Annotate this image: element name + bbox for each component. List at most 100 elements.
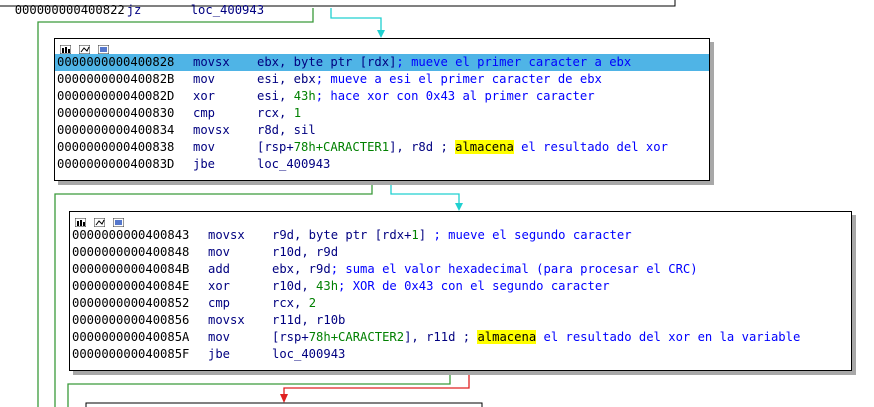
- instruction-comment: el resultado del xor: [513, 140, 668, 154]
- code-block-node-1[interactable]: 0000000000400828 movsx ebx, byte ptr [rdx]…: [54, 38, 710, 181]
- operand-number: 43h: [316, 279, 339, 293]
- instruction-mnemonic: xor: [208, 279, 231, 293]
- highlighted-word: almacena: [477, 330, 537, 344]
- instruction-operand: r8d, sil: [257, 123, 316, 137]
- instruction-address: 000000000040083D: [57, 157, 175, 171]
- arrow-head-2: [455, 203, 463, 211]
- instruction-operand-tail: ], r11d ;: [404, 330, 478, 344]
- operand-number: 2: [308, 296, 317, 310]
- instruction-operand: esi,: [257, 89, 294, 103]
- instruction-address: 0000000000400828: [57, 55, 175, 69]
- instruction-mnemonic: cmp: [193, 106, 216, 120]
- instruction-comment: el resultado del xor en la variable: [536, 330, 801, 344]
- instruction-operand-tail: ]: [418, 228, 427, 242]
- instruction-line[interactable]: 0000000000400830 cmp rcx, 1: [55, 105, 709, 122]
- instruction-address: 0000000000400830: [57, 106, 175, 120]
- node1-instruction-list: 0000000000400828 movsx ebx, byte ptr [rdx]…: [55, 54, 709, 173]
- instruction-mnemonic: mov: [208, 330, 231, 344]
- instruction-address: 000000000040085A: [72, 330, 190, 344]
- operand-number: 43h: [293, 89, 316, 103]
- edge-true-branch-2: [390, 180, 460, 206]
- instruction-mnemonic: jbe: [193, 157, 216, 171]
- instruction-mnemonic: movsx: [208, 228, 245, 242]
- next-node-partial: [85, 402, 483, 407]
- instruction-operand: [rsp+: [272, 330, 309, 344]
- instruction-line[interactable]: 0000000000400838 mov [rsp+78h+CARACTER1], …: [55, 139, 709, 156]
- instruction-line[interactable]: 000000000040083D jbe loc_400943: [55, 156, 709, 173]
- instruction-comment: ; mueve el segundo caracter: [426, 228, 632, 242]
- instruction-line[interactable]: 0000000000400856 movsx r11d, r10b: [70, 312, 851, 329]
- instruction-comment: ; hace xor con 0x43 al primer caracter: [315, 89, 595, 103]
- operand-number: 1: [411, 228, 419, 242]
- instruction-operand-tail: ], r8d ;: [389, 140, 456, 154]
- instruction-line[interactable]: 0000000000400843 movsx r9d, byte ptr [rdx+…: [70, 227, 851, 244]
- instruction-address: 0000000000400834: [57, 123, 175, 137]
- graph-collapse-icon[interactable]: [93, 216, 106, 230]
- graph-color-icon[interactable]: [74, 216, 87, 230]
- instruction-address: 000000000040082B: [57, 72, 175, 86]
- instruction-line[interactable]: 000000000040082D xor esi, 43h; hace xor co…: [55, 88, 709, 105]
- instruction-mnemonic: mov: [208, 245, 231, 259]
- instruction-address: 000000000040084B: [72, 262, 190, 276]
- instruction-comment: ; mueve el primer caracter a ebx: [396, 55, 632, 69]
- instruction-operand: esi, ebx: [257, 72, 316, 86]
- instruction-mnemonic: movsx: [208, 313, 245, 327]
- instruction-address: 0000000000400843: [72, 228, 190, 242]
- operand-number: 1: [293, 106, 302, 120]
- highlighted-word: almacena: [455, 140, 514, 154]
- instruction-mnemonic: mov: [193, 72, 216, 86]
- graph-node-icon[interactable]: [112, 216, 125, 230]
- node2-instruction-list: 0000000000400843 movsx r9d, byte ptr [rdx+…: [70, 227, 851, 363]
- instruction-comment: ; mueve a esi el primer caracter de ebx: [315, 72, 602, 86]
- instruction-address: 0000000000400852: [72, 296, 190, 310]
- instruction-operand: ebx, r9d: [272, 262, 331, 276]
- instruction-mnemonic: movsx: [193, 55, 230, 69]
- instruction-mnemonic: movsx: [193, 123, 230, 137]
- instruction-address: 000000000040084E: [72, 279, 190, 293]
- operand-symbol: +CARACTER2: [330, 330, 405, 344]
- instruction-address: 0000000000400848: [72, 245, 190, 259]
- instruction-line[interactable]: 000000000040082B mov esi, ebx; mueve a esi…: [55, 71, 709, 88]
- arrow-head-3: [280, 394, 288, 403]
- instruction-mnemonic: jbe: [208, 347, 231, 361]
- arrow-head-1: [377, 30, 385, 38]
- top-node-partial-line: 000000000400822 jz loc_400943: [14, 3, 265, 17]
- instruction-operand: r11d, r10b: [272, 313, 346, 327]
- instruction-line[interactable]: 000000000040084B add ebx, r9d; suma el val…: [70, 261, 851, 278]
- instruction-address: 000000000040085F: [72, 347, 190, 361]
- instruction-line[interactable]: 000000000040085F jbe loc_400943: [70, 346, 851, 363]
- instruction-line[interactable]: 000000000040084E xor r10d, 43h; XOR de 0x4…: [70, 278, 851, 295]
- instruction-operand: loc_400943: [257, 157, 331, 171]
- instruction-operand: [rsp+: [257, 140, 294, 154]
- instruction-comment: ; XOR de 0x43 con el segundo caracter: [338, 279, 610, 293]
- instruction-address: 0000000000400856: [72, 313, 190, 327]
- instruction-operand: r10d, r9d: [272, 245, 339, 259]
- instruction-address: 000000000040082D: [57, 89, 175, 103]
- instruction-mnemonic: cmp: [208, 296, 231, 310]
- instruction-operand: ebx, byte ptr [rdx]: [257, 55, 397, 69]
- operand-number: 78h: [308, 330, 331, 344]
- instruction-mnemonic: xor: [193, 89, 216, 103]
- instruction-line[interactable]: 0000000000400828 movsx ebx, byte ptr [rdx]…: [55, 54, 709, 71]
- instruction-operand: rcx,: [272, 296, 309, 310]
- instruction-address: 0000000000400838: [57, 140, 175, 154]
- code-block-node-2[interactable]: 0000000000400843 movsx r9d, byte ptr [rdx+…: [69, 211, 852, 371]
- instruction-line[interactable]: 0000000000400852 cmp rcx, 2: [70, 295, 851, 312]
- instruction-comment: ; suma el valor hexadecimal (para proces…: [330, 262, 698, 276]
- node-header: [55, 39, 709, 57]
- instruction-line[interactable]: 0000000000400848 mov r10d, r9d: [70, 244, 851, 261]
- instruction-operand: loc_400943: [272, 347, 346, 361]
- node-header: [70, 212, 851, 230]
- graph-collapse-icon[interactable]: [78, 43, 91, 57]
- instruction-operand: rcx,: [257, 106, 294, 120]
- instruction-operand: r9d, byte ptr [rdx+: [272, 228, 412, 242]
- instruction-mnemonic: add: [208, 262, 231, 276]
- instruction-mnemonic: mov: [193, 140, 216, 154]
- instruction-line[interactable]: 0000000000400834 movsx r8d, sil: [55, 122, 709, 139]
- edge-true-branch-1: [330, 8, 382, 33]
- operand-symbol: +CARACTER1: [315, 140, 390, 154]
- graph-color-icon[interactable]: [59, 43, 72, 57]
- instruction-operand: r10d,: [272, 279, 317, 293]
- graph-node-icon[interactable]: [97, 43, 110, 57]
- instruction-line[interactable]: 000000000040085A mov [rsp+78h+CARACTER2], …: [70, 329, 851, 346]
